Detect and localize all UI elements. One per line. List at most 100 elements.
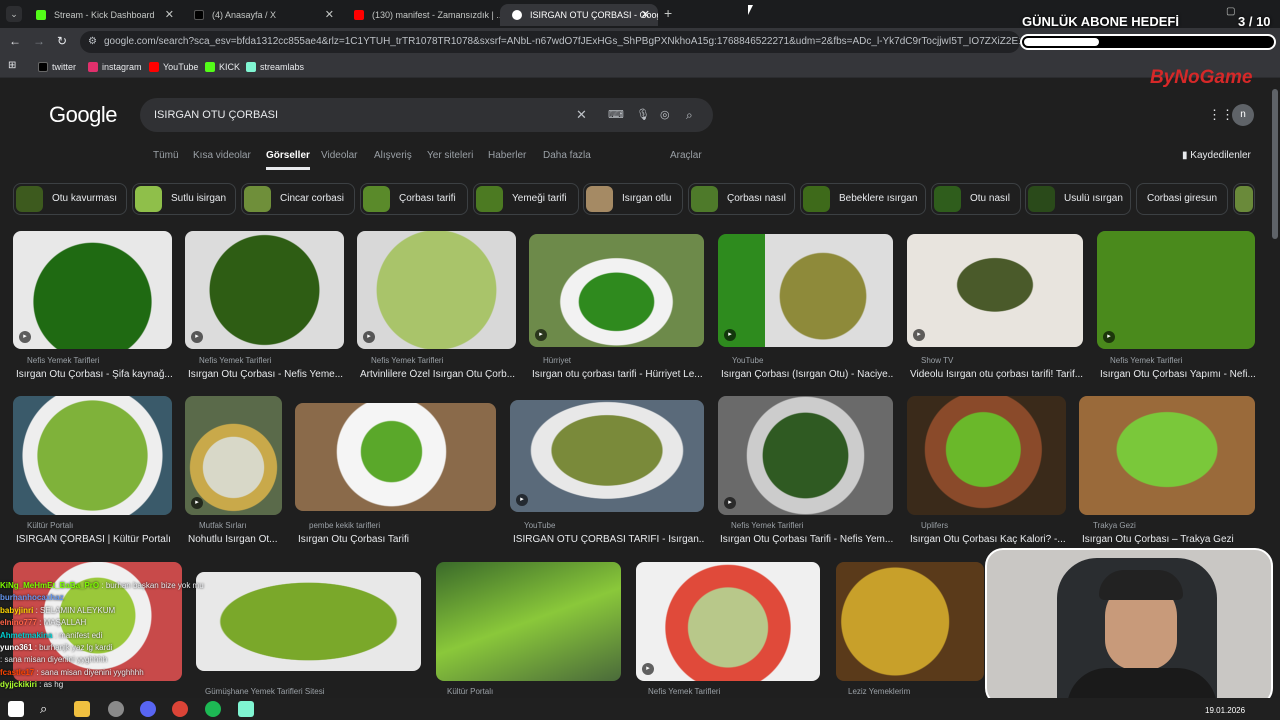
chip-corbasi-nasil[interactable]: Çorbası nasıl (688, 183, 795, 215)
url-field[interactable]: ⚙ google.com/search?sca_esv=bfda1312cc855… (80, 31, 1020, 53)
tab-list-icon[interactable]: ⌄ (6, 6, 22, 22)
apps-grid-icon[interactable]: ⊞ (8, 60, 16, 71)
tab-youtube[interactable]: (130) manifest - Zamansızdık | ... (342, 4, 500, 26)
clear-search-icon[interactable]: ✕ (576, 98, 587, 132)
google-account-avatar[interactable]: n (1232, 104, 1254, 126)
keyboard-icon[interactable]: ⌨ (608, 98, 624, 132)
chip-isirgan-otlu[interactable]: Isırgan otlu (583, 183, 683, 215)
chip-otu-kavurmasi[interactable]: Otu kavurması (13, 183, 127, 215)
search-box[interactable]: ISIRGAN OTU ÇORBASI ✕ ⌨ 🎙 ◎ ⌕ (140, 98, 713, 132)
tab-places[interactable]: Yer siteleri (427, 150, 473, 161)
image-result[interactable]: ▸ (13, 231, 172, 349)
kick-favicon-icon (205, 62, 215, 72)
bookmark-streamlabs[interactable]: streamlabs (246, 58, 304, 76)
image-result[interactable] (295, 403, 496, 511)
scrollbar[interactable] (1272, 89, 1278, 239)
chrome-icon[interactable] (172, 701, 188, 717)
close-tab-icon[interactable]: ✕ (641, 4, 650, 26)
close-tab-icon[interactable]: ✕ (165, 4, 174, 26)
result-title[interactable]: Isırgan otu çorbası tarifi - Hürriyet Le… (532, 369, 704, 380)
discord-icon[interactable] (140, 701, 156, 717)
chip-usulu-isirgan[interactable]: Usulü ısırgan (1025, 183, 1131, 215)
image-result[interactable] (13, 396, 172, 515)
image-result[interactable] (436, 562, 621, 681)
tab-short-videos[interactable]: Kısa videolar (193, 150, 251, 161)
tab-x-home[interactable]: (4) Anasayfa / X ✕ (182, 4, 342, 26)
bookmark-youtube[interactable]: YouTube (149, 58, 198, 76)
site-info-icon[interactable]: ⚙ (88, 31, 97, 53)
chip-yemegi-tarifi[interactable]: Yemeği tarifi (473, 183, 579, 215)
tab-shopping[interactable]: Alışveriş (374, 150, 412, 161)
chip-label: Cincar corbasi (280, 193, 344, 204)
image-result[interactable] (836, 562, 984, 681)
streamlabs-icon[interactable] (238, 701, 254, 717)
saved-button[interactable]: ▮ Kaydedilenler (1182, 150, 1251, 161)
image-result[interactable]: ▸ (357, 231, 516, 349)
bookmarks-bar: ⊞ twitter instagram YouTube KICK streaml… (0, 56, 1280, 78)
result-title[interactable]: Isırgan Otu Çorbası Tarifi - Nefis Yem..… (720, 534, 893, 545)
tab-images[interactable]: Görseller (266, 150, 310, 170)
result-title[interactable]: Nohutlu Isırgan Ot... (188, 534, 284, 545)
google-logo[interactable]: Google (49, 102, 117, 128)
result-title[interactable]: Videolu Isırgan otu çorbası tarifi! Tari… (910, 369, 1083, 380)
image-result[interactable]: ▸ (185, 396, 282, 515)
tab-all[interactable]: Tümü (153, 150, 179, 161)
tab-kick-dashboard[interactable]: Stream - Kick Dashboard ✕ (24, 4, 182, 26)
image-result[interactable]: ▸ (510, 400, 704, 512)
lens-icon[interactable]: ◎ (660, 98, 670, 132)
result-title[interactable]: Isırgan Otu Çorbası – Trakya Gezi (1082, 534, 1255, 545)
bookmark-twitter[interactable]: twitter (38, 58, 76, 76)
image-result[interactable] (1079, 396, 1255, 515)
new-tab-icon[interactable]: + (664, 5, 672, 21)
chip-otu-nasil[interactable]: Otu nasıl (931, 183, 1021, 215)
result-title[interactable]: ISIRGAN ÇORBASI | Kültür Portalı (16, 534, 172, 545)
chip-label: Sutlu isirgan (171, 193, 227, 204)
result-title[interactable]: Artvinlilere Özel Isırgan Otu Çorb... (360, 369, 516, 380)
result-title[interactable]: Isırgan Otu Çorbası Kaç Kalori? -... (910, 534, 1066, 545)
result-title[interactable]: Isırgan Çorbası (Isırgan Otu) - Naciye..… (721, 369, 893, 380)
apps-grid-icon[interactable]: ⋮⋮ (1208, 107, 1234, 123)
image-result[interactable]: ▸ (907, 234, 1083, 347)
bookmark-kick[interactable]: KICK (205, 58, 240, 76)
chip-cincar-corbasi[interactable]: Cincar corbasi (241, 183, 355, 215)
result-title[interactable]: Isırgan Otu Çorbası - Nefis Yeme... (188, 369, 344, 380)
microphone-icon[interactable]: 🎙 (636, 98, 650, 132)
play-icon: ▸ (535, 329, 547, 341)
result-title[interactable]: Isırgan Otu Çorbası Tarifi (298, 534, 494, 545)
image-result[interactable]: ▸ (636, 562, 820, 681)
chip-overflow[interactable] (1233, 183, 1255, 215)
search-icon[interactable]: ⌕ (40, 701, 56, 717)
chip-corbasi-giresun[interactable]: Corbasi giresun (1136, 183, 1228, 215)
chip-bebeklere-isirgan[interactable]: Bebeklere ısırgan (800, 183, 926, 215)
chip-corbasi-tarifi[interactable]: Çorbası tarifi (360, 183, 468, 215)
tab-news[interactable]: Haberler (488, 150, 526, 161)
image-result[interactable] (907, 396, 1066, 515)
reload-icon[interactable]: ↻ (57, 34, 67, 48)
image-result[interactable]: ▸ (718, 234, 893, 347)
windows-start-icon[interactable] (8, 701, 24, 717)
app-icon[interactable] (108, 701, 124, 717)
file-explorer-icon[interactable] (74, 701, 90, 717)
kick-favicon-icon (36, 10, 46, 20)
close-tab-icon[interactable]: ✕ (325, 4, 334, 26)
back-icon[interactable]: ← (9, 34, 21, 48)
chat-message: Ahmetmakina : manifest edi (0, 630, 103, 640)
image-result[interactable]: ▸ (1097, 231, 1255, 349)
stream-chat-overlay: KiNg_MeHmEt_BaBa_PrO : burhan başkan biz… (0, 580, 260, 698)
search-icon[interactable]: ⌕ (686, 98, 693, 132)
tab-google-search[interactable]: ISIRGAN OTU ÇORBASI - Goog... ✕ (500, 4, 658, 26)
result-title[interactable]: Isırgan Otu Çorbası Yapımı - Nefi... (1100, 369, 1255, 380)
forward-icon[interactable]: → (33, 34, 45, 48)
result-title[interactable]: Isırgan Otu Çorbası - Şifa kaynağ... (16, 369, 172, 380)
image-result[interactable]: ▸ (718, 396, 893, 515)
image-result[interactable]: ▸ (185, 231, 344, 349)
bookmark-instagram[interactable]: instagram (88, 58, 142, 76)
spotify-icon[interactable] (205, 701, 221, 717)
image-result[interactable]: ▸ (529, 234, 704, 347)
tools-button[interactable]: Araçlar (670, 150, 702, 161)
result-title[interactable]: ISIRGAN OTU ÇORBASI TARİFİ - Isırgan... (513, 534, 704, 545)
tab-videos[interactable]: Videolar (321, 150, 358, 161)
saved-label: Kaydedilenler (1190, 150, 1251, 161)
chip-sutlu-isirgan[interactable]: Sutlu isirgan (132, 183, 236, 215)
tab-more[interactable]: Daha fazla (543, 150, 591, 161)
